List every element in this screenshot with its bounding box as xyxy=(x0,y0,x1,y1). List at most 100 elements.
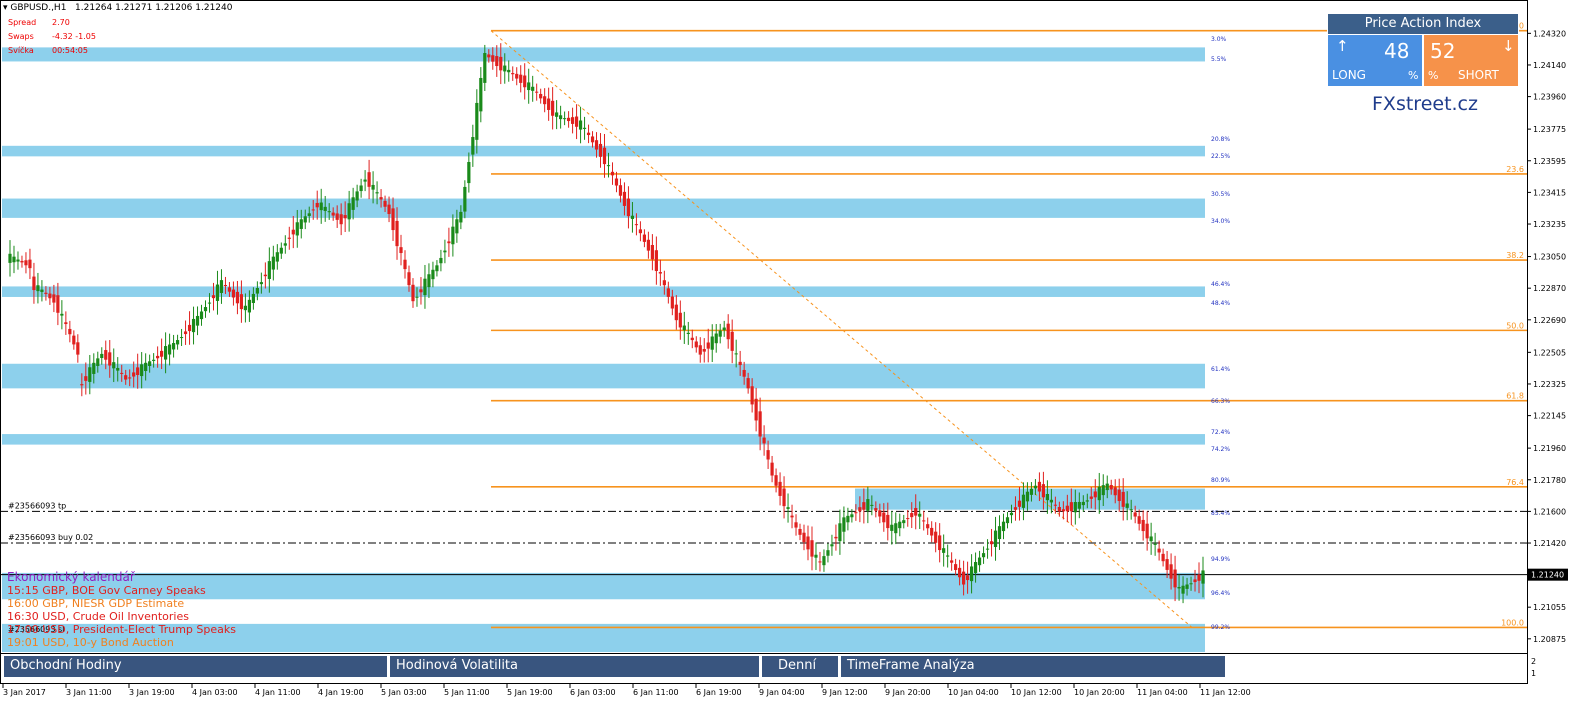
candle-body xyxy=(219,280,224,293)
candle-body xyxy=(886,514,890,529)
candle-body xyxy=(383,200,387,207)
panel-hourly-volatility[interactable]: Hodinová Volatilita xyxy=(390,656,759,677)
brand-logo: FXstreet.cz xyxy=(1372,93,1478,115)
candle-body xyxy=(28,259,32,269)
candle-body xyxy=(335,213,339,220)
candle-body xyxy=(774,475,778,486)
panel-timeframe-analysis[interactable]: TimeFrame Analýza xyxy=(841,656,1225,677)
candle-body xyxy=(1021,494,1026,508)
panel-trading-hours[interactable]: Obchodní Hodiny xyxy=(4,656,387,677)
calendar-event: 17:00 USD, President-Elect Trump Speaks xyxy=(7,623,236,636)
candle-body xyxy=(319,202,323,211)
candle-body xyxy=(686,332,690,334)
candle-body xyxy=(1177,586,1181,589)
candle-body xyxy=(415,296,419,298)
time-tick-label: 9 Jan 12:00 xyxy=(822,688,868,697)
candle-body xyxy=(642,234,647,242)
candle-body xyxy=(582,127,587,129)
candle-body xyxy=(535,91,539,93)
candle-body xyxy=(874,508,878,511)
candle-body xyxy=(359,185,363,192)
candle-body xyxy=(798,528,802,535)
price-tick-label: 1.23050 xyxy=(1533,253,1566,262)
candle-body xyxy=(175,340,180,345)
candle-body xyxy=(20,260,24,263)
candle-body xyxy=(1201,570,1205,584)
candle-body xyxy=(255,288,259,294)
candle-body xyxy=(167,344,172,355)
candle-body xyxy=(766,450,770,460)
candle-body xyxy=(1065,505,1069,512)
fib-percent-label: 96.4% xyxy=(1211,590,1230,597)
candle-body xyxy=(1109,485,1113,490)
candle-body xyxy=(866,499,870,511)
time-tick-label: 5 Jan 11:00 xyxy=(444,688,490,697)
candle-body xyxy=(187,324,192,332)
candle-body xyxy=(670,296,674,309)
candle-body xyxy=(1061,509,1065,512)
candle-body xyxy=(559,115,563,120)
candle-body xyxy=(439,257,443,264)
candle-body xyxy=(1193,579,1197,583)
candle-body xyxy=(602,147,607,165)
candle-body xyxy=(977,557,982,566)
fib-level-label: 50.0 xyxy=(1506,321,1524,330)
candle-body xyxy=(551,100,555,116)
candle-body xyxy=(1117,489,1121,502)
order-entry-label: #23566093 buy 0.02 xyxy=(8,533,93,542)
candle-body xyxy=(954,564,958,570)
candle-body xyxy=(239,294,244,310)
candle-body xyxy=(183,331,188,335)
candle-body xyxy=(435,265,439,272)
candle-body xyxy=(770,462,774,476)
candle-body xyxy=(547,98,551,110)
candle-body xyxy=(44,292,48,294)
candle-body xyxy=(467,161,471,184)
candle-body xyxy=(331,212,335,216)
symbol-dropdown-icon[interactable]: ▾ xyxy=(3,3,8,13)
candle-body xyxy=(746,378,750,389)
candle-body xyxy=(156,355,160,359)
candle-body xyxy=(658,272,662,274)
time-tick-label: 3 Jan 2017 xyxy=(3,688,46,697)
supply-demand-zone xyxy=(2,47,1205,62)
candle-body xyxy=(878,510,882,517)
candle-body xyxy=(279,247,283,254)
fib-percent-label: 80.9% xyxy=(1211,477,1230,484)
candle-body xyxy=(1053,504,1057,506)
fib-percent-label: 30.5% xyxy=(1211,191,1230,198)
candle-body xyxy=(247,299,251,313)
candle-body xyxy=(985,548,990,550)
candle-body xyxy=(211,295,216,299)
supply-demand-zone xyxy=(2,198,1205,218)
panel-daily-volatility[interactable]: Denní xyxy=(762,656,838,677)
candle-body xyxy=(351,197,355,210)
spread-label: Spread xyxy=(8,18,37,27)
candle-body xyxy=(1113,487,1117,496)
candle-body xyxy=(479,77,483,112)
fib-level-label: 61.8 xyxy=(1506,392,1524,401)
candle-body xyxy=(459,211,463,223)
time-tick-label: 10 Jan 04:00 xyxy=(948,688,999,697)
candle-body xyxy=(519,74,523,83)
candle-body xyxy=(40,289,44,292)
price-chart[interactable]: 0.023.638.250.061.876.4100.03.0%5.5%20.8… xyxy=(0,0,1596,717)
candle-body xyxy=(606,165,611,167)
candle-body xyxy=(598,143,603,157)
current-price-label: 1.21240 xyxy=(1531,571,1564,580)
candle-body xyxy=(116,367,120,371)
candle-body xyxy=(160,350,164,357)
candle-body xyxy=(399,247,403,254)
price-tick-label: 1.24140 xyxy=(1533,61,1566,70)
candle-body xyxy=(778,481,782,496)
candle-body xyxy=(375,192,379,194)
supply-demand-zone xyxy=(2,286,1205,297)
calendar-event: 19:01 USD, 10-y Bond Auction xyxy=(7,636,174,649)
candle-body xyxy=(191,318,196,333)
candle-body xyxy=(347,203,351,220)
candle-body xyxy=(882,512,886,523)
candle-body xyxy=(806,536,810,550)
pai-long-box: ↑ 48 LONG % xyxy=(1328,35,1422,86)
candle-body xyxy=(291,229,295,235)
spread-row: Spread 2.70 xyxy=(8,18,70,27)
